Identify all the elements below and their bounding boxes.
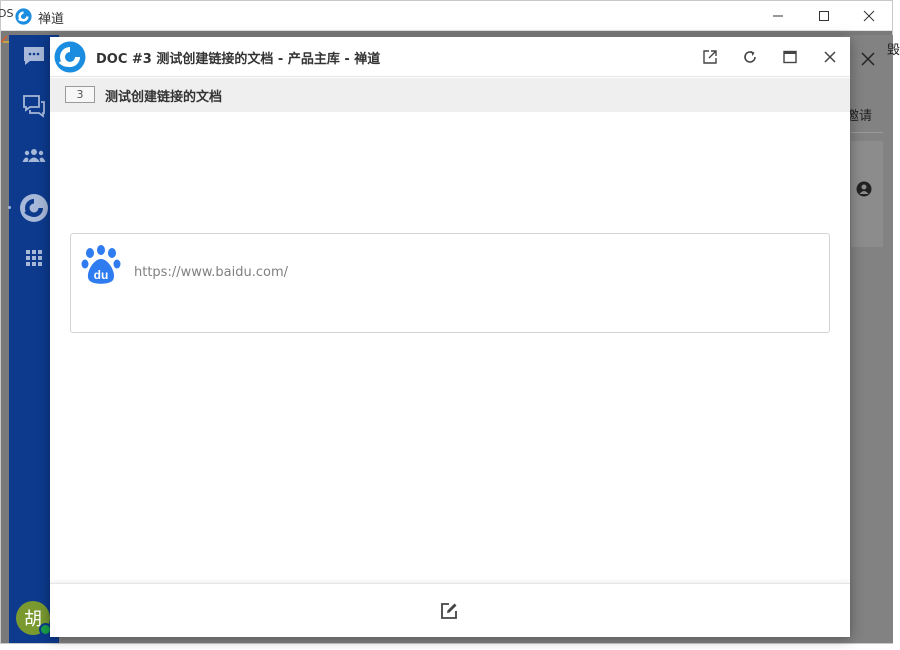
sidebar-item-contacts[interactable] <box>21 143 47 169</box>
modal-header: DOC #3 测试创建链接的文档 - 产品主库 - 禅道 <box>50 37 850 77</box>
background-clipped-text: 毁 <box>887 43 900 58</box>
modal-title: DOC #3 测试创建链接的文档 - 产品主库 - 禅道 <box>96 52 381 67</box>
doc-id-badge: 3 <box>65 86 95 103</box>
minimize-icon <box>773 15 783 17</box>
baidu-du-mark: du <box>94 268 109 282</box>
link-url[interactable]: https://www.baidu.com/ <box>134 265 288 280</box>
background-close-button <box>854 45 882 73</box>
zentao-logo-icon <box>54 41 86 73</box>
doc-subheader: 3 测试创建链接的文档 <box>50 78 850 112</box>
os-titlebar: DS 禅道 <box>0 1 892 31</box>
close-icon <box>863 10 875 22</box>
modal-footer <box>50 583 850 637</box>
active-indicator <box>8 206 11 209</box>
group-icon <box>22 149 46 162</box>
window-maximize-button[interactable] <box>801 1 847 31</box>
sidebar-item-chat[interactable] <box>21 43 47 69</box>
refresh-icon <box>744 51 756 63</box>
window-title: 禅道 <box>38 12 65 27</box>
modal-close-button[interactable] <box>816 43 844 71</box>
maximize-icon <box>819 11 829 21</box>
user-circle-icon <box>856 181 872 197</box>
close-icon <box>824 51 836 63</box>
discussion-icon <box>23 95 45 118</box>
background-divider <box>851 132 883 133</box>
close-icon <box>861 52 875 66</box>
modal-maximize-button[interactable] <box>776 43 804 71</box>
grid-icon <box>26 250 42 266</box>
sidebar-item-zentao[interactable] <box>19 193 49 223</box>
maximize-icon <box>783 50 797 64</box>
window-close-button[interactable] <box>846 1 892 31</box>
sidebar-item-discussions[interactable] <box>21 93 47 119</box>
zentao-logo-icon <box>20 194 48 222</box>
link-card[interactable]: du https://www.baidu.com/ <box>70 233 830 333</box>
sidebar-item-apps[interactable] <box>21 245 47 271</box>
edit-button[interactable] <box>436 598 462 624</box>
open-external-icon <box>703 50 717 64</box>
clipped-edge-text: DS <box>0 7 14 20</box>
edit-icon <box>441 603 457 619</box>
refresh-button[interactable] <box>736 43 764 71</box>
chat-bubble-icon <box>24 47 44 65</box>
doc-modal: DOC #3 测试创建链接的文档 - 产品主库 - 禅道 3 测试创建链接的文档 <box>50 37 850 637</box>
window-minimize-button[interactable] <box>755 1 801 31</box>
zentao-logo-icon <box>15 8 32 25</box>
baidu-paw-icon: du <box>81 245 121 284</box>
doc-title: 测试创建链接的文档 <box>105 90 223 105</box>
open-in-browser-button[interactable] <box>696 43 724 71</box>
